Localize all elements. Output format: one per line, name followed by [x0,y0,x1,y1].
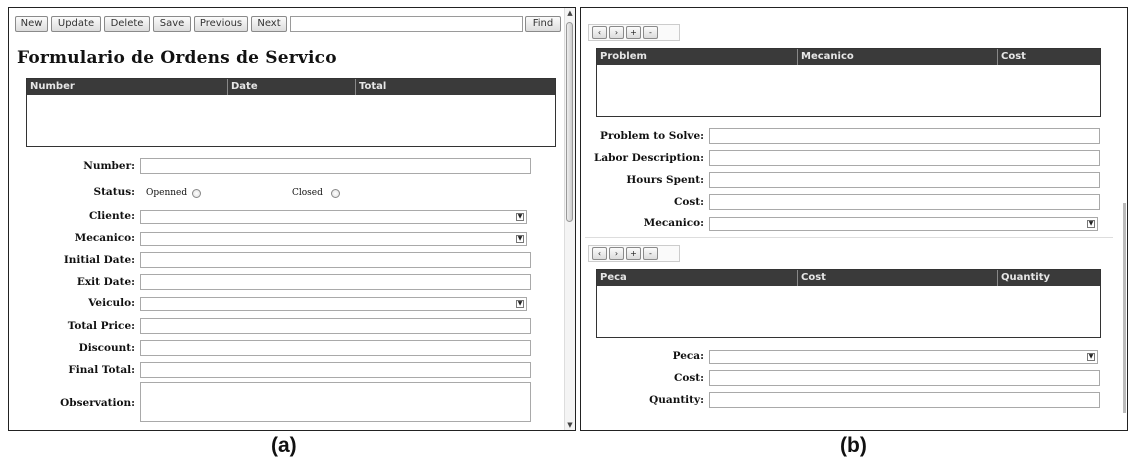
chevron-down-icon: ▼ [516,300,524,308]
part-cost-field[interactable] [709,370,1100,386]
page-title: Formulario de Ordens de Servico [17,48,337,68]
grid-header: Peca Cost Quantity [597,270,1100,286]
status-closed-label: Closed [292,188,323,198]
previous-part-button[interactable]: ‹ [592,247,607,260]
arrow-up-icon[interactable]: ▲ [565,8,575,18]
column-cost[interactable]: Cost [797,270,997,286]
vertical-scrollbar[interactable] [1123,203,1126,413]
problems-grid[interactable]: Problem Mecanico Cost [596,48,1101,117]
exit-date-field[interactable] [140,274,531,290]
next-part-button[interactable]: › [609,247,624,260]
mecanico-select[interactable]: ▼ [140,232,527,246]
chevron-down-icon: ▼ [516,213,524,221]
observation-textarea[interactable] [140,382,531,422]
column-mecanico[interactable]: Mecanico [797,49,997,65]
mecanico-label: Mecanico: [74,232,135,244]
scroll-thumb[interactable] [566,22,573,222]
problem-cost-field[interactable] [709,194,1100,210]
part-cost-label: Cost: [674,372,704,384]
column-problem[interactable]: Problem [597,49,797,65]
column-cost[interactable]: Cost [997,49,1100,65]
initial-date-label: Initial Date: [63,254,135,266]
problem-to-solve-label: Problem to Solve: [600,130,704,142]
hours-spent-label: Hours Spent: [626,174,704,186]
delete-button[interactable]: Delete [104,16,150,32]
find-button[interactable]: Find [525,16,561,32]
final-total-label: Final Total: [68,364,135,376]
add-part-button[interactable]: + [626,247,641,260]
status-openned-radio[interactable] [192,189,201,198]
parts-navigator: ‹ › + - [588,245,680,262]
veiculo-select[interactable]: ▼ [140,297,527,311]
problem-mecanico-select[interactable]: ▼ [709,217,1098,231]
chevron-down-icon: ▼ [1087,353,1095,361]
number-label: Number: [83,160,135,172]
arrow-down-icon[interactable]: ▼ [565,420,575,430]
total-price-label: Total Price: [67,320,135,332]
search-input[interactable] [290,16,523,32]
new-button[interactable]: New [15,16,48,32]
save-button[interactable]: Save [153,16,191,32]
problem-cost-label: Cost: [674,196,704,208]
remove-part-button[interactable]: - [643,247,658,260]
next-button[interactable]: Next [251,16,287,32]
quantity-field[interactable] [709,392,1100,408]
labor-description-field[interactable] [709,150,1100,166]
labor-description-label: Labor Description: [593,152,704,164]
remove-problem-button[interactable]: - [643,26,658,39]
chevron-down-icon: ▼ [1087,220,1095,228]
problem-mecanico-label: Mecanico: [643,217,704,229]
status-closed-radio[interactable] [331,189,340,198]
hours-spent-field[interactable] [709,172,1100,188]
initial-date-field[interactable] [140,252,531,268]
add-problem-button[interactable]: + [626,26,641,39]
section-divider [585,237,1113,238]
final-total-field[interactable] [140,362,531,378]
parts-grid[interactable]: Peca Cost Quantity [596,269,1101,338]
caption-a: (a) [271,434,297,457]
number-field[interactable] [140,158,531,174]
discount-field[interactable] [140,340,531,356]
problem-to-solve-field[interactable] [709,128,1100,144]
problems-navigator: ‹ › + - [588,24,680,41]
previous-button[interactable]: Previous [194,16,248,32]
toolbar: New Update Delete Save Previous Next Fin… [15,16,561,33]
column-quantity[interactable]: Quantity [997,270,1100,286]
peca-label: Peca: [672,350,704,362]
column-number[interactable]: Number [27,79,227,95]
observation-label: Observation: [60,397,135,409]
column-total[interactable]: Total [355,79,555,95]
order-form-panel: New Update Delete Save Previous Next Fin… [8,7,576,431]
grid-header: Problem Mecanico Cost [597,49,1100,65]
grid-header: Number Date Total [27,79,555,95]
orders-grid[interactable]: Number Date Total [26,78,556,147]
column-peca[interactable]: Peca [597,270,797,286]
next-problem-button[interactable]: › [609,26,624,39]
column-date[interactable]: Date [227,79,355,95]
cliente-label: Cliente: [88,210,135,222]
total-price-field[interactable] [140,318,531,334]
veiculo-label: Veiculo: [88,297,135,309]
cliente-select[interactable]: ▼ [140,210,527,224]
quantity-label: Quantity: [649,394,704,406]
caption-b: (b) [840,434,867,457]
peca-select[interactable]: ▼ [709,350,1098,364]
status-label: Status: [93,186,135,198]
discount-label: Discount: [78,342,135,354]
previous-problem-button[interactable]: ‹ [592,26,607,39]
vertical-scrollbar[interactable]: ▲ ▼ [564,8,575,430]
order-details-panel: ‹ › + - Problem Mecanico Cost Problem to… [580,7,1128,431]
status-openned-label: Openned [146,188,188,198]
exit-date-label: Exit Date: [76,276,135,288]
chevron-down-icon: ▼ [516,235,524,243]
update-button[interactable]: Update [51,16,101,32]
